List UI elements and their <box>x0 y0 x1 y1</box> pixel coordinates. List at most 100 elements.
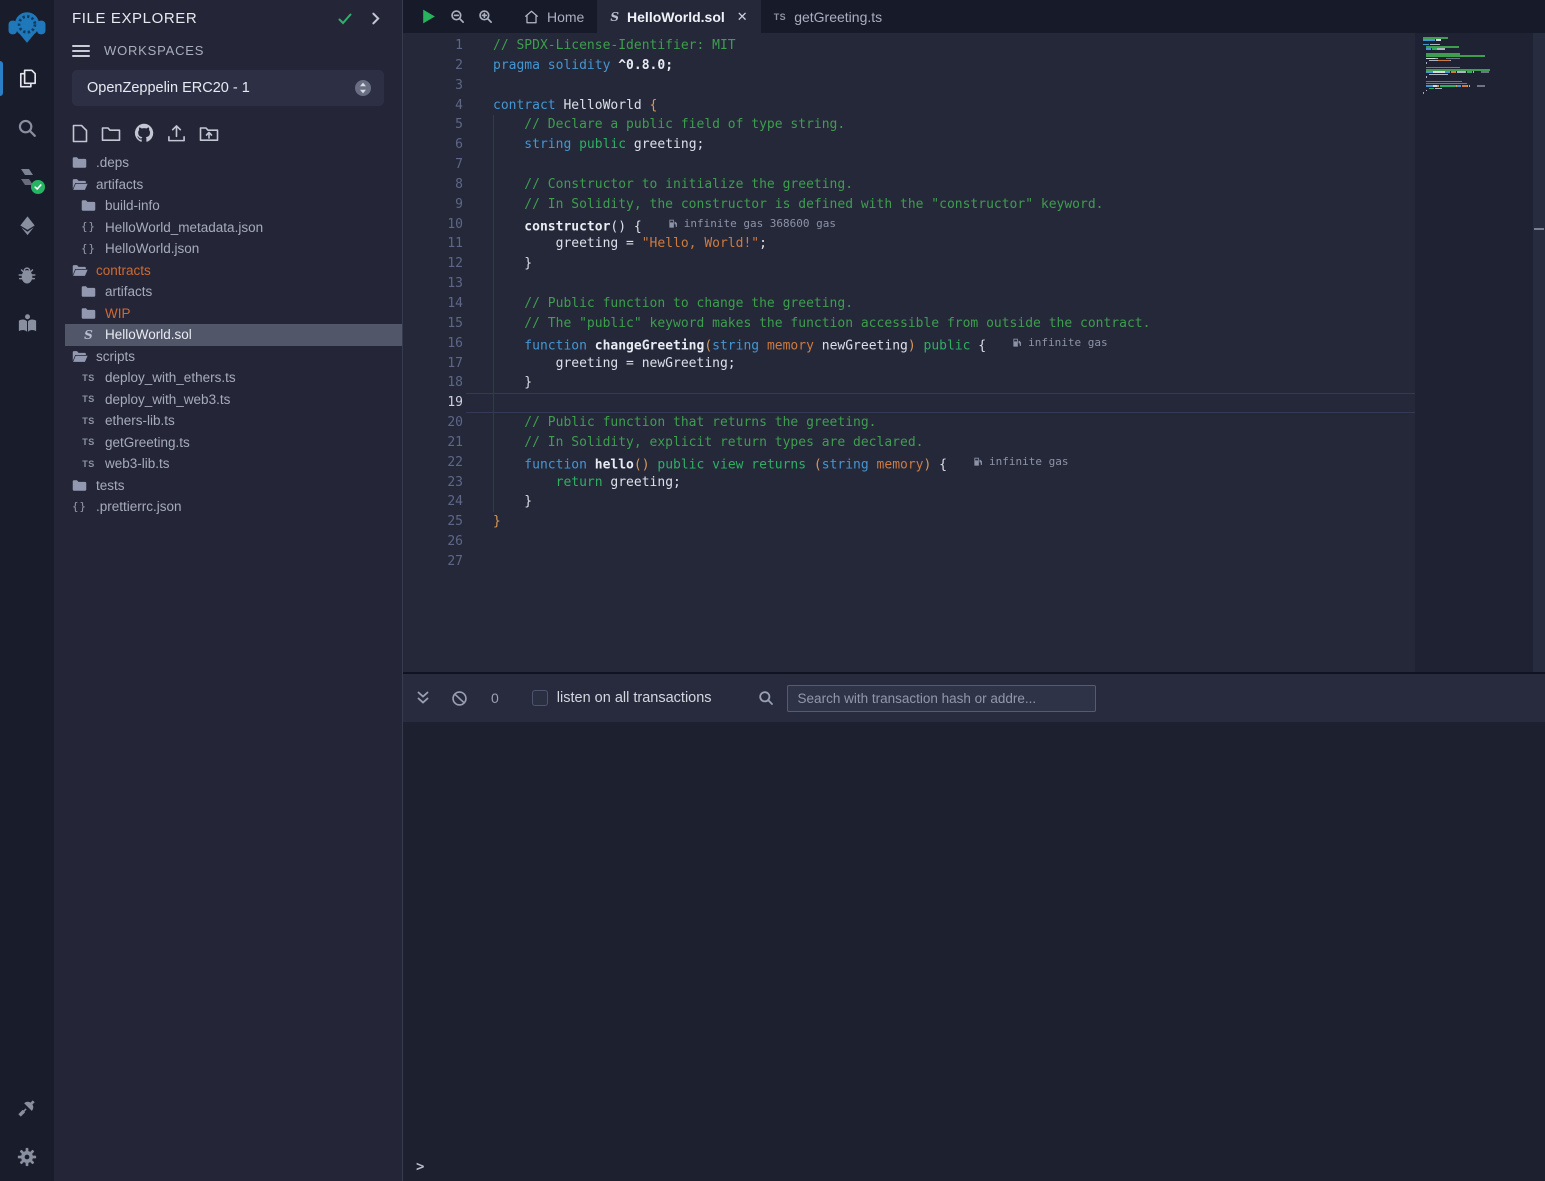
clear-terminal-icon[interactable] <box>451 690 468 707</box>
line-number: 22 <box>403 453 466 473</box>
code-line[interactable]: function changeGreeting(string memory ne… <box>466 334 1415 354</box>
terminal-output[interactable]: > <box>403 722 1545 1181</box>
code-line[interactable]: } <box>466 492 1415 512</box>
file-tree-item[interactable]: .deps <box>54 152 402 174</box>
upload-file-icon[interactable] <box>167 124 186 143</box>
code-editor[interactable]: 1// SPDX-License-Identifier: MIT2pragma … <box>403 33 1545 672</box>
file-tree-item[interactable]: tests <box>54 475 402 497</box>
line-number: 26 <box>403 532 466 552</box>
line-number: 24 <box>403 492 466 512</box>
line-number: 18 <box>403 373 466 393</box>
code-line[interactable] <box>466 532 1415 552</box>
braces-icon: {} <box>71 501 88 513</box>
file-tree-item[interactable]: artifacts <box>54 174 402 196</box>
workspace-dropdown-caret-icon <box>354 79 372 97</box>
code-line[interactable]: } <box>466 373 1415 393</box>
file-tree-item[interactable]: TSweb3-lib.ts <box>54 453 402 475</box>
code-line[interactable] <box>466 552 1415 572</box>
chevron-right-icon[interactable] <box>369 12 382 25</box>
transaction-search-input[interactable] <box>787 685 1096 712</box>
file-explorer-icon[interactable] <box>0 54 54 103</box>
run-script-icon[interactable] <box>420 8 437 25</box>
overview-ruler[interactable] <box>1533 33 1545 672</box>
file-tree-item[interactable]: TSethers-lib.ts <box>54 410 402 432</box>
line-number: 4 <box>403 96 466 116</box>
activity-bar <box>0 0 54 1181</box>
code-line[interactable]: return greeting; <box>466 473 1415 493</box>
zoom-out-icon[interactable] <box>450 9 465 24</box>
line-number: 19 <box>403 393 466 413</box>
zoom-in-icon[interactable] <box>478 9 493 24</box>
terminal-prompt: > <box>416 1159 424 1175</box>
code-line[interactable]: } <box>466 254 1415 274</box>
code-line[interactable]: greeting = "Hello, World!"; <box>466 234 1415 254</box>
settings-gear-icon[interactable] <box>0 1132 54 1181</box>
tab-helloworld-sol[interactable]: SHelloWorld.sol✕ <box>597 0 760 33</box>
line-number: 17 <box>403 354 466 374</box>
listen-transactions-checkbox[interactable] <box>532 690 548 706</box>
folder-icon <box>80 307 97 320</box>
file-tree-item[interactable]: artifacts <box>54 281 402 303</box>
solidity-compiler-icon[interactable] <box>0 152 54 201</box>
code-line[interactable]: greeting = newGreeting; <box>466 354 1415 374</box>
new-file-icon[interactable] <box>72 124 88 143</box>
file-tree-item[interactable]: TSdeploy_with_web3.ts <box>54 389 402 411</box>
line-number: 6 <box>403 135 466 155</box>
plugin-manager-icon[interactable] <box>0 1083 54 1132</box>
code-line[interactable] <box>466 76 1415 96</box>
code-line[interactable]: string public greeting; <box>466 135 1415 155</box>
code-line[interactable]: // In Solidity, explicit return types ar… <box>466 433 1415 453</box>
listen-transactions-label: listen on all transactions <box>557 690 712 706</box>
code-line[interactable] <box>466 274 1415 294</box>
code-line[interactable]: // SPDX-License-Identifier: MIT <box>466 36 1415 56</box>
braces-icon: {} <box>80 243 97 255</box>
line-number: 20 <box>403 413 466 433</box>
file-tree-item[interactable]: {}.prettierrc.json <box>54 496 402 518</box>
code-line[interactable]: // Public function that returns the gree… <box>466 413 1415 433</box>
code-line[interactable]: pragma solidity ^0.8.0; <box>466 56 1415 76</box>
line-number: 25 <box>403 512 466 532</box>
code-line[interactable]: function hello() public view returns (st… <box>466 453 1415 473</box>
expand-terminal-icon[interactable] <box>415 690 431 706</box>
debugger-icon[interactable] <box>0 250 54 299</box>
indent-guide <box>493 115 494 512</box>
code-line[interactable]: // Constructor to initialize the greetin… <box>466 175 1415 195</box>
code-line[interactable]: contract HelloWorld { <box>466 96 1415 116</box>
new-folder-icon[interactable] <box>101 125 121 142</box>
deploy-run-icon[interactable] <box>0 201 54 250</box>
file-tree-item[interactable]: {}HelloWorld.json <box>54 238 402 260</box>
file-tree-item[interactable]: TSdeploy_with_ethers.ts <box>54 367 402 389</box>
github-clone-icon[interactable] <box>134 123 154 143</box>
tab-home[interactable]: Home <box>511 0 597 33</box>
file-tree-item[interactable]: build-info <box>54 195 402 217</box>
upload-folder-icon[interactable] <box>199 125 219 142</box>
code-line[interactable]: } <box>466 512 1415 532</box>
code-line[interactable]: // Declare a public field of type string… <box>466 115 1415 135</box>
search-icon[interactable] <box>0 103 54 152</box>
minimap[interactable] <box>1423 37 1531 99</box>
file-tree-item[interactable]: WIP <box>54 303 402 325</box>
folder-open-icon <box>71 350 88 363</box>
file-tree-item[interactable]: SHelloWorld.sol <box>54 324 402 346</box>
remix-logo <box>0 0 54 54</box>
code-line[interactable]: // Public function to change the greetin… <box>466 294 1415 314</box>
code-line[interactable]: // In Solidity, the constructor is defin… <box>466 195 1415 215</box>
file-tree-item[interactable]: scripts <box>54 346 402 368</box>
home-icon <box>524 10 539 24</box>
file-tree-item[interactable]: {}HelloWorld_metadata.json <box>54 217 402 239</box>
code-line[interactable]: constructor() {infinite gas 368600 gas <box>466 215 1415 235</box>
check-icon[interactable] <box>337 11 353 27</box>
hamburger-menu-icon[interactable] <box>72 44 90 58</box>
editor-and-terminal: HomeSHelloWorld.sol✕TSgetGreeting.ts 1//… <box>403 0 1545 1181</box>
code-line[interactable]: // The "public" keyword makes the functi… <box>466 314 1415 334</box>
file-tree-item[interactable]: TSgetGreeting.ts <box>54 432 402 454</box>
line-number: 23 <box>403 473 466 493</box>
workspace-dropdown[interactable]: OpenZeppelin ERC20 - 1 <box>72 70 384 106</box>
file-toolbar <box>72 123 384 143</box>
code-line[interactable] <box>466 155 1415 175</box>
close-tab-icon[interactable]: ✕ <box>737 9 748 25</box>
tab-getgreeting-ts[interactable]: TSgetGreeting.ts <box>761 0 895 33</box>
learn-icon[interactable] <box>0 299 54 348</box>
file-tree-item[interactable]: contracts <box>54 260 402 282</box>
code-line[interactable] <box>466 393 1415 413</box>
